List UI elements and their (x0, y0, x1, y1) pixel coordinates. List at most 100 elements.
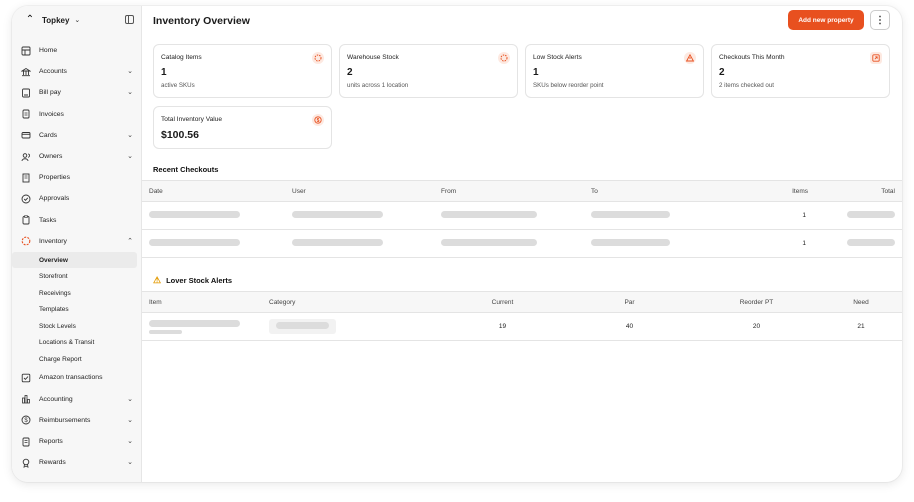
stat-card-value: 1 (533, 67, 539, 78)
stat-card-warehouse-stock: Warehouse Stock 2 units across 1 locatio… (339, 44, 518, 98)
stat-card-value: 2 (347, 67, 353, 78)
sidebar-item-label: Reports (39, 438, 63, 446)
column-header-category[interactable]: Category (269, 291, 439, 313)
chevron-down-icon: ⌄ (127, 89, 133, 97)
stat-card-value: 1 (161, 67, 167, 78)
stat-card-value: 2 (719, 67, 725, 78)
table-row[interactable]: 1 (142, 201, 902, 230)
low-stock-alerts-header: ⚠ Lover Stock Alerts (153, 275, 232, 286)
chevron-down-icon: ⌄ (127, 416, 133, 424)
table-header-row: Item Category Current Par Reorder PT Nee… (142, 291, 902, 313)
sidebar-item-reimbursements[interactable]: $ Reimbursements ⌄ (12, 410, 141, 431)
reorder-pt-cell: 20 (693, 312, 820, 341)
chart-bar-icon (21, 394, 31, 404)
sidebar-subitem-locations-transit[interactable]: Locations & Transit (12, 334, 137, 351)
recent-checkouts-table: Date User From To Items Total 1 1 (142, 180, 902, 258)
sidebar-item-cards[interactable]: Cards ⌄ (12, 125, 141, 146)
loading-placeholder (441, 211, 537, 218)
sidebar-item-label: Owners (39, 153, 63, 161)
column-header-items[interactable]: Items (741, 180, 814, 202)
dollar-circle-icon: $ (312, 114, 324, 126)
stat-card-subtitle: SKUs below reorder point (533, 82, 604, 89)
loading-placeholder (149, 239, 240, 246)
sidebar-nav: Home Accounts ⌄ Bill pay ⌄ Invoices Card… (12, 40, 141, 473)
loading-placeholder (276, 322, 329, 329)
table-row[interactable]: 19 40 20 21 (142, 312, 902, 341)
column-header-par[interactable]: Par (566, 291, 693, 313)
chevron-down-icon: ⌄ (127, 459, 133, 467)
sidebar-toggle-icon[interactable] (125, 15, 134, 24)
column-header-current[interactable]: Current (439, 291, 566, 313)
page-title: Inventory Overview (153, 15, 250, 27)
column-header-total[interactable]: Total (814, 180, 902, 202)
loading-placeholder (292, 211, 383, 218)
invoice-icon (21, 109, 31, 119)
stat-card-title: Low Stock Alerts (533, 54, 582, 61)
sidebar-item-label: Home (39, 47, 58, 55)
report-icon (21, 437, 31, 447)
sidebar-item-accounting[interactable]: Accounting ⌄ (12, 389, 141, 410)
sidebar-item-tasks[interactable]: Tasks (12, 210, 141, 231)
cube-icon (498, 52, 510, 64)
current-cell: 19 (439, 312, 566, 341)
sidebar-subitem-templates[interactable]: Templates (12, 301, 137, 318)
warning-icon: ⚠ (153, 275, 162, 285)
sidebar-item-inventory[interactable]: Inventory ⌃ (12, 231, 141, 252)
sidebar-subitem-receivings[interactable]: Receivings (12, 285, 137, 302)
add-new-property-button[interactable]: Add new property (788, 10, 864, 30)
column-header-user[interactable]: User (292, 180, 441, 202)
tasks-icon (21, 215, 31, 225)
grid-icon (21, 46, 31, 56)
sidebar-subitem-overview[interactable]: Overview (12, 251, 137, 269)
sidebar-item-label: Inventory (39, 237, 67, 245)
sidebar-subitem-charge-report[interactable]: Charge Report (12, 351, 137, 368)
checkout-icon (870, 52, 882, 64)
sidebar-item-accounts[interactable]: Accounts ⌄ (12, 61, 141, 82)
brand-switcher[interactable]: ⌃ Topkey ⌄ (12, 6, 141, 34)
loading-placeholder (149, 211, 240, 218)
topkey-logo-icon: ⌃ (25, 14, 35, 25)
sidebar-subitem-stock-levels[interactable]: Stock Levels (12, 318, 137, 335)
sidebar-item-home[interactable]: Home (12, 40, 141, 61)
stat-card-low-stock-alerts: Low Stock Alerts 1 SKUs below reorder po… (525, 44, 704, 98)
chevron-down-icon: ⌄ (127, 152, 133, 160)
sidebar-item-approvals[interactable]: Approvals (12, 188, 141, 209)
column-header-date[interactable]: Date (142, 180, 292, 202)
sidebar-item-invoices[interactable]: Invoices (12, 104, 141, 125)
bank-icon (21, 67, 31, 77)
column-header-to[interactable]: To (591, 180, 741, 202)
par-cell: 40 (566, 312, 693, 341)
sidebar-item-label: Approvals (39, 195, 70, 203)
column-header-reorder-pt[interactable]: Reorder PT (693, 291, 820, 313)
sidebar-item-amazon-transactions[interactable]: Amazon transactions (12, 367, 141, 388)
stat-card-subtitle: units across 1 location (347, 82, 409, 89)
need-cell: 21 (820, 312, 902, 341)
sidebar-item-properties[interactable]: Properties (12, 167, 141, 188)
sidebar-item-owners[interactable]: Owners ⌄ (12, 146, 141, 167)
cube-icon (312, 52, 324, 64)
sidebar-item-reports[interactable]: Reports ⌄ (12, 431, 141, 452)
brand-name: Topkey (42, 15, 70, 25)
loading-placeholder (149, 319, 240, 327)
sidebar-subitem-storefront[interactable]: Storefront (12, 268, 137, 285)
column-header-item[interactable]: Item (142, 291, 269, 313)
loading-placeholder (847, 239, 895, 246)
more-options-icon[interactable]: ⋮ (870, 10, 890, 30)
column-header-from[interactable]: From (441, 180, 591, 202)
sidebar-item-rewards[interactable]: Rewards ⌄ (12, 452, 141, 473)
stat-card-title: Total Inventory Value (161, 116, 223, 123)
bill-icon (21, 88, 31, 98)
table-row[interactable]: 1 (142, 229, 902, 258)
loading-placeholder (292, 239, 383, 246)
chevron-down-icon: ⌄ (127, 437, 133, 445)
sidebar: ⌃ Topkey ⌄ Home Accounts ⌄ Bill pay ⌄ In… (12, 6, 142, 482)
loading-placeholder (591, 239, 670, 246)
stat-card-total-inventory-value: Total Inventory Value $100.56 $ (153, 106, 332, 149)
sidebar-item-bill-pay[interactable]: Bill pay ⌄ (12, 82, 141, 103)
items-cell: 1 (741, 201, 814, 230)
column-header-need[interactable]: Need (820, 291, 902, 313)
page-header: Inventory Overview Add new property ⋮ (142, 6, 902, 34)
loading-placeholder (847, 211, 895, 218)
inventory-icon (21, 236, 31, 246)
check-circle-icon (21, 194, 31, 204)
